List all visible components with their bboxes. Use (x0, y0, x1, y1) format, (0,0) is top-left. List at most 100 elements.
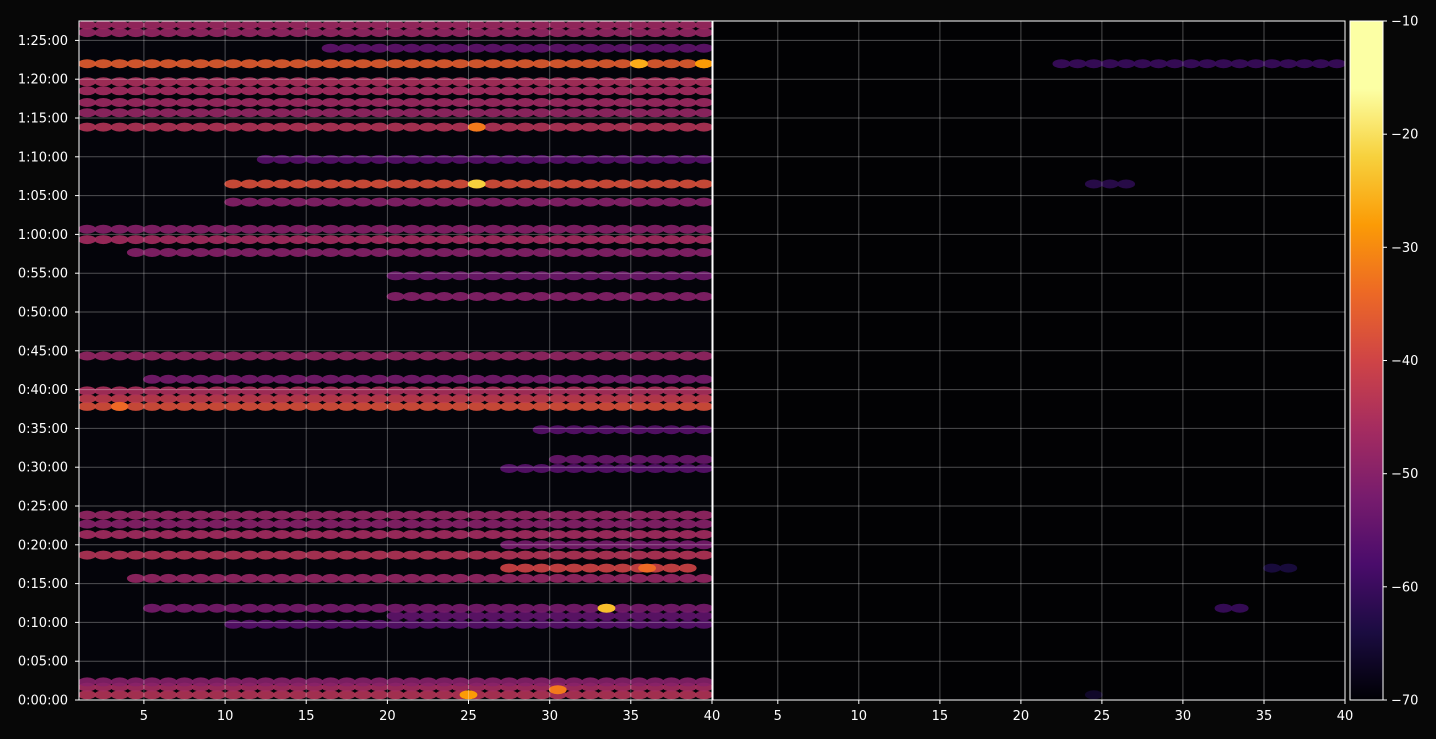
left-band-15-cell-34 (613, 425, 632, 435)
left-band-12-cell-27 (500, 510, 518, 520)
left-band-19-cell-28 (516, 374, 535, 384)
left-band-25-cell-35 (630, 224, 648, 234)
colorbar-tick-label-0: −70 (1391, 694, 1418, 709)
left-band-23-cell-31 (565, 248, 583, 257)
left-band-16-cell-17 (337, 401, 356, 411)
left-band-34-cell-36 (646, 59, 665, 69)
left-band-29-cell-32 (581, 122, 600, 132)
left-band-25-cell-18 (354, 224, 372, 234)
left-band-2-cell-12 (256, 677, 275, 687)
left-band-22-cell-22 (419, 271, 437, 281)
left-band-34-cell-31 (565, 59, 583, 69)
left-band-18-cell-19 (370, 386, 389, 396)
left-band-2-cell-30 (548, 677, 567, 687)
left-band-29-cell-36 (646, 122, 665, 132)
left-band-29-cell-23 (435, 122, 454, 132)
left-band-36-cell-16 (321, 28, 340, 38)
left-band-11-cell-38 (678, 519, 697, 529)
colorbar-tick-label-4: −30 (1391, 241, 1418, 256)
left-band-6-cell-36 (646, 573, 665, 583)
left-band-8-cell-30 (548, 550, 567, 560)
left-band-20-cell-3 (110, 351, 129, 361)
left-band-25-cell-38 (678, 224, 697, 234)
left-band-10-cell-36 (646, 530, 665, 539)
left-band-11-cell-3 (110, 519, 129, 529)
left-band-8-cell-33 (597, 550, 616, 560)
left-band-0-cell-18 (354, 690, 372, 700)
left-band-26-cell-39 (695, 197, 712, 207)
left-band-15-cell-39 (695, 425, 712, 435)
left-band-18-cell-1 (79, 386, 96, 396)
left-band-8-cell-35 (630, 550, 648, 560)
left-band-20-cell-27 (500, 351, 518, 361)
left-band-22-cell-24 (451, 271, 470, 281)
left-band-18-cell-5 (143, 386, 161, 396)
left-band-25-cell-39 (695, 224, 712, 234)
left-band-26-cell-38 (678, 197, 697, 207)
left-band-10-cell-39 (695, 530, 712, 539)
left-band-32-cell-37 (662, 86, 681, 96)
left-band-20-cell-33 (597, 351, 616, 361)
left-band-22-cell-31 (565, 271, 583, 281)
left-band-10-cell-7 (175, 530, 194, 539)
left-band-30-cell-25 (467, 108, 486, 118)
left-band-30-cell-21 (402, 108, 421, 118)
left-band-6-cell-28 (516, 573, 535, 583)
left-band-28-cell-14 (289, 154, 307, 164)
left-band-3-cell-33 (597, 619, 616, 629)
left-band-7-cell-28 (516, 563, 535, 573)
left-band-36-cell-11 (240, 28, 259, 38)
left-band-6-cell-37 (662, 573, 681, 583)
left-band-7-cell-37 (662, 563, 681, 573)
left-band-32-cell-19 (370, 86, 389, 96)
left-band-32-cell-35 (630, 86, 648, 96)
left-band-27-cell-35 (630, 179, 648, 189)
left-band-4-cell-31 (565, 611, 583, 621)
left-band-18-cell-38 (678, 386, 697, 396)
left-band-28-cell-22 (419, 154, 437, 164)
left-band-10-cell-21 (402, 530, 421, 539)
left-band-19-cell-33 (597, 374, 616, 384)
left-band-13-cell-32 (581, 464, 600, 473)
left-band-29-cell-14 (289, 122, 307, 132)
left-band-25-cell-12 (256, 224, 275, 234)
left-band-26-cell-30 (548, 197, 567, 207)
left-band-26-cell-24 (451, 197, 470, 207)
right-xtick-label-3: 20 (1013, 709, 1030, 724)
left-band-3-cell-18 (354, 619, 372, 629)
left-band-23-cell-11 (240, 248, 259, 257)
left-band-37-cell-21 (402, 21, 421, 30)
left-band-29-cell-9 (208, 122, 226, 132)
left-band-0-cell-22 (419, 690, 437, 700)
left-band-21-cell-25 (467, 292, 486, 301)
left-band-17-cell-20 (386, 394, 405, 404)
left-band-12-cell-39 (695, 510, 712, 520)
left-band-34-cell-26 (484, 59, 502, 69)
left-band-34-cell-22 (419, 59, 437, 69)
left-band-6-cell-24 (451, 573, 470, 583)
left-band-8-cell-9 (208, 550, 226, 560)
left-band-0-cell-35 (630, 690, 648, 700)
left-band-35-cell-32 (581, 43, 600, 53)
left-band-11-cell-5 (143, 519, 161, 529)
left-band-2-cell-18 (354, 677, 372, 687)
left-band-33-cell-4 (126, 77, 145, 87)
left-band-11-cell-37 (662, 519, 681, 529)
left-band-18-cell-7 (175, 386, 194, 396)
left-band-17-cell-23 (435, 394, 454, 404)
left-band-8-cell-18 (354, 550, 372, 560)
left-band-0-cell-21 (402, 690, 421, 700)
left-band-2-cell-29 (532, 677, 551, 687)
left-band-17-cell-21 (402, 394, 421, 404)
left-band-33-cell-14 (289, 77, 307, 87)
left-band-17-cell-13 (273, 394, 291, 404)
left-band-16-cell-30 (548, 401, 567, 411)
left-band-10-cell-24 (451, 530, 470, 539)
left-band-31-cell-36 (646, 98, 665, 107)
right-band-0-cell-28 (1149, 59, 1168, 69)
left-band-20-cell-15 (305, 351, 324, 361)
left-band-21-cell-24 (451, 292, 470, 301)
left-band-19-cell-36 (646, 374, 665, 384)
left-band-12-cell-35 (630, 510, 648, 520)
left-band-2-cell-2 (94, 677, 113, 687)
